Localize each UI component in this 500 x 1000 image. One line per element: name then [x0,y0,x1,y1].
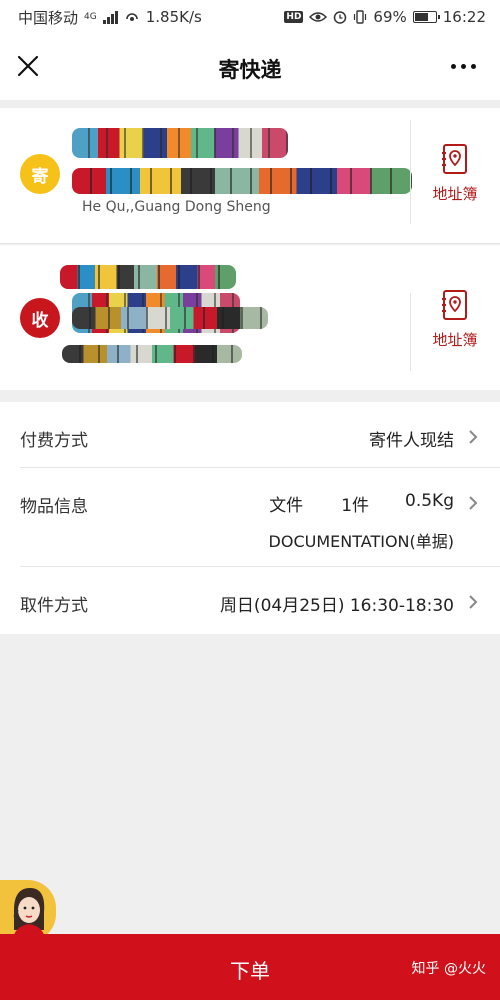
page-title: 寄快递 [218,58,282,82]
item-type: 文件 [269,496,304,516]
sender-card[interactable]: 寄 He Qu,,Guang Dong Sheng 地址簿 [0,108,500,244]
divider [410,120,411,224]
receiver-card[interactable]: 收 地址簿 [0,245,500,390]
redacted-sender-name [72,128,288,158]
address-book-icon [442,290,467,320]
assistant-avatar[interactable] [0,880,56,942]
item-info-row[interactable]: 物品信息 文件 1件 0.5Kg DOCUMENTATION(单据) [0,468,500,567]
chevron-right-icon [469,595,478,609]
status-left: 中国移动 4G 1.85K/s [18,7,202,28]
receiver-badge: 收 [20,298,60,338]
chevron-right-icon [469,430,478,444]
divider [410,293,411,371]
item-quantity: 1件 [341,496,370,516]
order-info-list: 付费方式 寄件人现结 物品信息 文件 1件 0.5Kg DOCUMENTATIO… [0,402,500,634]
network-speed: 1.85K/s [145,8,202,26]
redacted-sender-address [72,168,412,194]
sender-address-line: He Qu,,Guang Dong Sheng [82,199,271,215]
redacted-receiver-street [72,307,268,329]
submit-order-button[interactable]: 下单 知乎 @火火 [0,934,500,1000]
status-right: HD 69% 16:22 [284,8,486,26]
alarm-icon [334,11,347,24]
vibrate-icon [354,10,367,24]
signal-icon [102,10,118,24]
pickup-method-label: 取件方式 [20,596,88,616]
nav-bar: 寄快递 [0,34,500,100]
sender-badge: 寄 [20,154,60,194]
pickup-method-row[interactable]: 取件方式 周日(04月25日) 16:30-18:30 [0,567,500,634]
battery-percent: 69% [373,8,407,26]
status-bar: 中国移动 4G 1.85K/s HD 69% 16:22 [0,0,500,34]
payment-method-value: 寄件人现结 [369,431,454,451]
item-description: DOCUMENTATION(单据) [268,532,454,551]
network-tag: 4G [84,11,97,22]
carrier-name: 中国移动 [18,8,79,27]
address-book-label: 地址簿 [432,331,478,349]
chevron-right-icon [469,496,478,510]
eye-icon [309,12,328,22]
battery-icon [412,11,440,23]
receiver-address-book-button[interactable]: 地址簿 [420,289,490,350]
item-weight: 0.5Kg [405,491,454,511]
more-dots-icon[interactable] [451,64,476,69]
sender-address-book-button[interactable]: 地址簿 [420,143,490,204]
pickup-time-value: 周日(04月25日) 16:30-18:30 [219,596,454,616]
redacted-receiver-city [62,345,242,363]
address-book-icon [442,144,467,174]
battery-level [414,13,428,21]
item-info-label: 物品信息 [20,497,88,517]
redacted-receiver-name [60,265,236,289]
watermark: 知乎 @火火 [411,961,486,977]
item-summary: 文件 1件 0.5Kg [269,491,454,516]
payment-method-label: 付费方式 [20,431,88,451]
hotspot-icon [125,13,138,21]
address-book-label: 地址簿 [432,185,478,203]
assistant-avatar-icon [12,888,46,942]
clock: 16:22 [442,8,486,26]
payment-method-row[interactable]: 付费方式 寄件人现结 [0,402,500,468]
hd-icon: HD [284,11,304,23]
